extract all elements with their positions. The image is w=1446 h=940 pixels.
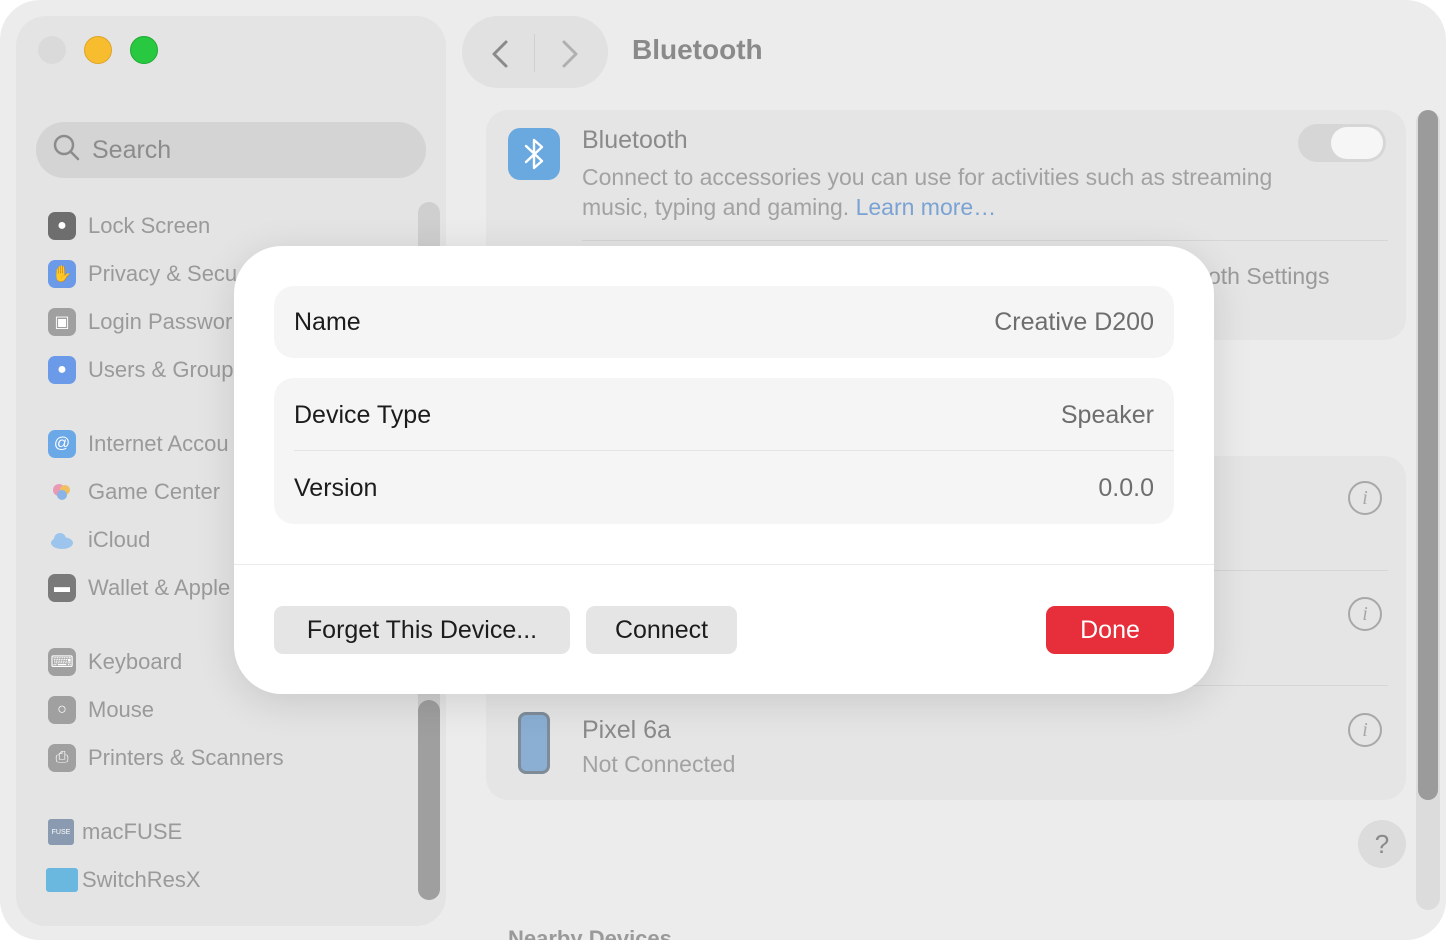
lock-icon: ● [48,212,76,240]
keyboard-icon: ⌨ [48,648,76,676]
version-row: Version 0.0.0 [294,452,1154,524]
device-name: Pixel 6a [582,716,671,744]
monitor-icon [46,868,78,892]
macfuse-icon: FUSE [48,819,74,845]
toggle-knob [1331,127,1383,159]
sidebar-item-label: iCloud [88,527,151,552]
sidebar-item-game-center[interactable]: Game Center [48,474,220,510]
sidebar-item-label: Login Passwor [88,309,233,334]
padlock-icon: ▣ [48,308,76,336]
name-value[interactable]: Creative D200 [994,308,1154,337]
bluetooth-description: Connect to accessories you can use for a… [582,162,1282,222]
chevron-left-icon [492,40,508,68]
back-button[interactable] [480,34,520,74]
sidebar-item-printers[interactable]: ⎙ Printers & Scanners [48,740,284,776]
search-placeholder: Search [92,135,172,164]
printer-icon: ⎙ [48,744,76,772]
learn-more-link[interactable]: Learn more… [856,194,997,220]
sidebar-item-label: Users & Group [88,357,234,382]
users-icon: ● [48,356,76,384]
details-group: Device Type Speaker Version 0.0.0 [274,378,1174,524]
divider [294,450,1174,451]
bluetooth-settings-link[interactable]: oth Settings [1208,263,1329,290]
game-center-icon [48,478,76,506]
nav-divider [534,34,535,72]
sidebar-item-label: macFUSE [82,819,183,844]
sidebar-item-label: Game Center [88,479,221,504]
sidebar-item-users-groups[interactable]: ● Users & Group [48,352,234,388]
sidebar-item-label: SwitchResX [82,867,201,892]
sidebar-item-mouse[interactable]: ○ Mouse [48,692,154,728]
sidebar-item-label: Printers & Scanners [88,745,284,770]
close-window-button[interactable] [38,36,66,64]
maximize-window-button[interactable] [130,36,158,64]
device-type-row: Device Type Speaker [294,378,1154,452]
name-row: Name Creative D200 [294,286,1154,358]
sidebar-item-label: Mouse [88,697,155,722]
settings-window: Search ● Lock Screen ✋ Privacy & Secu ▣ … [0,0,1446,940]
bluetooth-icon [508,128,560,180]
info-icon[interactable]: i [1348,481,1382,515]
device-type-label: Device Type [294,400,432,429]
forget-device-button[interactable]: Forget This Device... [274,606,570,654]
sidebar-item-switchresx[interactable]: SwitchResX [46,862,201,898]
search-icon [52,133,92,168]
sidebar-item-internet-accounts[interactable]: @ Internet Accou [48,426,229,462]
forward-button[interactable] [550,34,590,74]
sidebar-item-icloud[interactable]: iCloud [48,522,150,558]
sidebar-item-keyboard[interactable]: ⌨ Keyboard [48,644,182,680]
sidebar-scrollbar-thumb[interactable] [418,700,440,900]
search-input[interactable]: Search [36,122,426,178]
divider [582,240,1388,241]
at-icon: @ [48,430,76,458]
device-type-value: Speaker [1060,400,1154,429]
bluetooth-toggle[interactable] [1298,124,1386,162]
bluetooth-title: Bluetooth [582,126,688,154]
device-info-dialog: Name Creative D200 Device Type Speaker V… [234,246,1214,694]
sidebar-item-label: Internet Accou [88,431,229,456]
sidebar-item-wallet[interactable]: ▬ Wallet & Apple [48,570,230,606]
device-status: Not Connected [582,751,736,777]
name-group: Name Creative D200 [274,286,1174,358]
hand-icon: ✋ [48,260,76,288]
sidebar-item-macfuse[interactable]: FUSE macFUSE [48,814,182,850]
help-button[interactable]: ? [1358,820,1406,868]
sidebar-item-lock-screen[interactable]: ● Lock Screen [48,208,210,244]
phone-icon [518,712,550,774]
chevron-right-icon [562,40,578,68]
main-scrollbar-thumb[interactable] [1418,110,1438,800]
wallet-icon: ▬ [48,574,76,602]
connect-button[interactable]: Connect [586,606,737,654]
sidebar-item-label: Keyboard [88,649,183,674]
done-button[interactable]: Done [1046,606,1174,654]
sidebar-item-label: Wallet & Apple [88,575,231,600]
sidebar-item-privacy[interactable]: ✋ Privacy & Secu [48,256,237,292]
minimize-window-button[interactable] [84,36,112,64]
cloud-icon [48,526,76,554]
mouse-icon: ○ [48,696,76,724]
sidebar-item-label: Lock Screen [88,213,211,238]
sidebar-item-label: Privacy & Secu [88,261,238,286]
info-icon[interactable]: i [1348,597,1382,631]
sidebar-item-login-password[interactable]: ▣ Login Passwor [48,304,232,340]
page-title: Bluetooth [632,34,763,65]
dialog-footer-divider [234,564,1214,565]
nearby-devices-heading: Nearby Devices [508,926,672,940]
version-label: Version [294,473,378,502]
info-icon[interactable]: i [1348,713,1382,747]
version-value: 0.0.0 [1098,473,1154,502]
name-label: Name [294,307,361,336]
